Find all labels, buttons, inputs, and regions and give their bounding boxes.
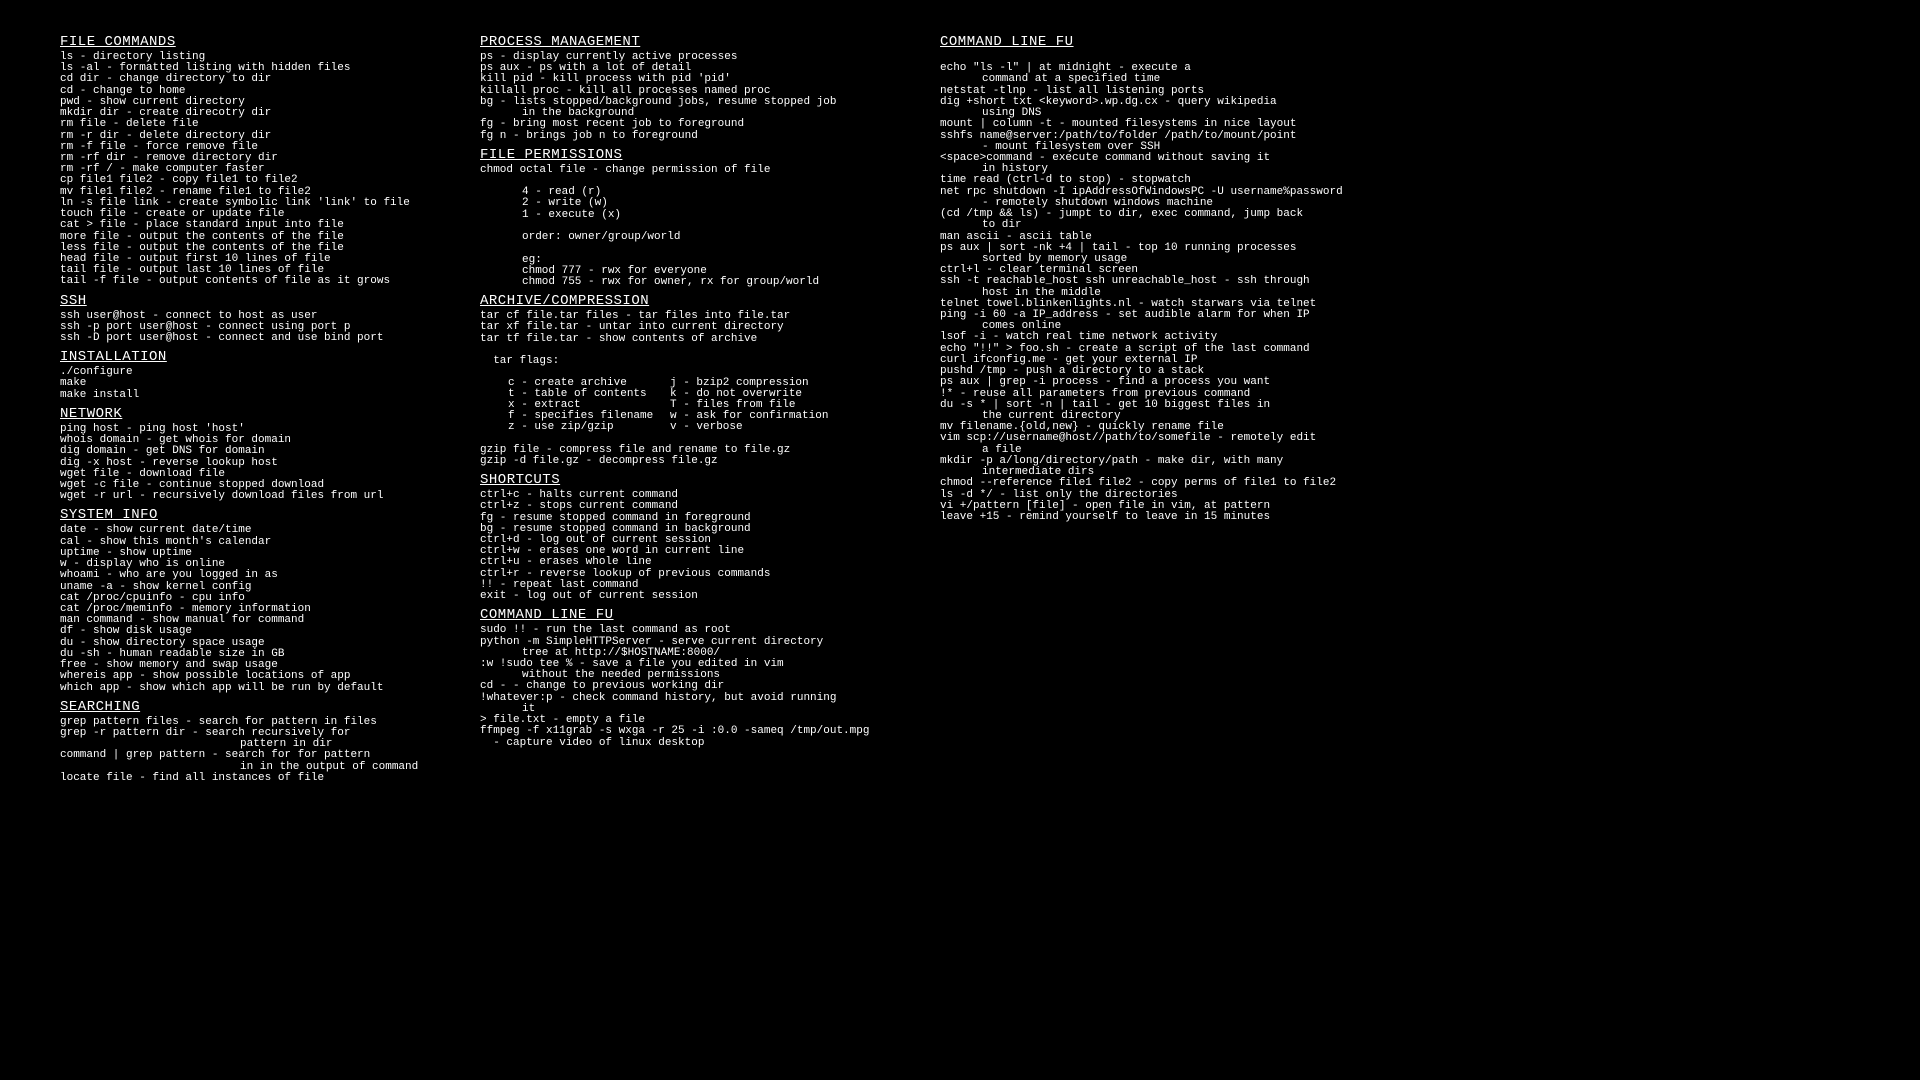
cheat-line: 2 - write (w): [480, 198, 900, 209]
heading-system-info: SYSTEM INFO: [60, 508, 440, 522]
cheat-line: ./configure: [60, 367, 440, 378]
cheat-line: gzip -d file.gz - decompress file.gz: [480, 456, 900, 467]
heading-clfu-left: COMMAND LINE FU: [480, 608, 900, 622]
cheat-line: make install: [60, 390, 440, 401]
cheat-line: dig domain - get DNS for domain: [60, 446, 440, 457]
cheat-line: ffmpeg -f x11grab -s wxga -r 25 -i :0.0 …: [480, 726, 900, 737]
cheat-line: chmod --reference file1 file2 - copy per…: [940, 478, 1380, 489]
cheat-line: chmod 755 - rwx for owner, rx for group/…: [480, 277, 900, 288]
section-archive-top: tar cf file.tar files - tar files into f…: [480, 311, 900, 378]
cheat-line: tail -f file - output contents of file a…: [60, 276, 440, 287]
cheat-line: cd - - change to previous working dir: [480, 681, 900, 692]
cheat-line: whereis app - show possible locations of…: [60, 671, 440, 682]
section-network: ping host - ping host 'host'whois domain…: [60, 424, 440, 503]
heading-file-permissions: FILE PERMISSIONS: [480, 148, 900, 162]
section-ssh: ssh user@host - connect to host as users…: [60, 311, 440, 345]
section-installation: ./configuremakemake install: [60, 367, 440, 401]
heading-process-management: PROCESS MANAGEMENT: [480, 35, 900, 49]
heading-shortcuts: SHORTCUTS: [480, 473, 900, 487]
cheat-line: time read (ctrl-d to stop) - stopwatch: [940, 175, 1380, 186]
cheat-line: wget -r url - recursively download files…: [60, 491, 440, 502]
section-shortcuts: ctrl+c - halts current commandctrl+z - s…: [480, 490, 900, 602]
cheat-line: which app - show which app will be run b…: [60, 683, 440, 694]
cheat-line: cp file1 file2 - copy file1 to file2: [60, 175, 440, 186]
section-archive-flags: c - create archivej - bzip2 compressiont…: [480, 378, 900, 433]
cheat-line: cd dir - change directory to dir: [60, 74, 440, 85]
column-1: FILE COMMANDS ls - directory listingls -…: [60, 35, 440, 784]
cheat-line: vim scp://username@host//path/to/somefil…: [940, 433, 1380, 444]
cheatsheet-columns: FILE COMMANDS ls - directory listingls -…: [60, 35, 1860, 784]
cheat-line: kill pid - kill process with pid 'pid': [480, 74, 900, 85]
heading-searching: SEARCHING: [60, 700, 440, 714]
cheat-line: tar xf file.tar - untar into current dir…: [480, 322, 900, 333]
heading-network: NETWORK: [60, 407, 440, 421]
section-clfu-left: sudo !! - run the last command as rootpy…: [480, 625, 900, 748]
cheat-line: [480, 243, 900, 254]
cheat-line: [480, 433, 900, 444]
cheat-line: df - show disk usage: [60, 626, 440, 637]
cheat-line: chmod octal file - change permission of …: [480, 165, 900, 176]
cheat-line: ctrl+u - erases whole line: [480, 557, 900, 568]
cheat-line: ctrl+z - stops current command: [480, 501, 900, 512]
cheat-line: cat > file - place standard input into f…: [60, 220, 440, 231]
cheat-line: !whatever:p - check command history, but…: [480, 693, 900, 704]
cheat-line: tar tf file.tar - show contents of archi…: [480, 334, 900, 345]
tar-flag-row: z - use zip/gzipv - verbose: [480, 422, 900, 433]
cheat-line: locate file - find all instances of file: [60, 773, 440, 784]
heading-ssh: SSH: [60, 294, 440, 308]
heading-file-commands: FILE COMMANDS: [60, 35, 440, 49]
cheat-line: rm file - delete file: [60, 119, 440, 130]
section-clfu-right: echo "ls -l" | at midnight - execute aco…: [940, 52, 1380, 523]
cheat-line: command at a specified time: [940, 74, 1380, 85]
cheat-line: tar flags:: [480, 356, 900, 367]
cheat-line: - capture video of linux desktop: [480, 738, 900, 749]
column-3: COMMAND LINE FU echo "ls -l" | at midnig…: [940, 35, 1380, 784]
cheat-line: fg n - brings job n to foreground: [480, 131, 900, 142]
cheat-line: ssh -D port user@host - connect and use …: [60, 333, 440, 344]
cheat-line: ps aux | grep -i process - find a proces…: [940, 377, 1380, 388]
cheat-line: 1 - execute (x): [480, 210, 900, 221]
heading-archive: ARCHIVE/COMPRESSION: [480, 294, 900, 308]
column-2: PROCESS MANAGEMENT ps - display currentl…: [480, 35, 900, 784]
cheat-line: sudo !! - run the last command as root: [480, 625, 900, 636]
cheat-line: fg - bring most recent job to foreground: [480, 119, 900, 130]
section-system-info: date - show current date/timecal - show …: [60, 525, 440, 693]
section-process-management: ps - display currently active processesp…: [480, 52, 900, 142]
heading-installation: INSTALLATION: [60, 350, 440, 364]
heading-clfu-right: COMMAND LINE FU: [940, 35, 1380, 49]
section-archive-bottom: gzip file - compress file and rename to …: [480, 433, 900, 467]
cheat-line: mount | column -t - mounted filesystems …: [940, 119, 1380, 130]
cheat-line: order: owner/group/world: [480, 232, 900, 243]
cheat-line: make: [60, 378, 440, 389]
cheat-line: ssh -t reachable_host ssh unreachable_ho…: [940, 276, 1380, 287]
cheat-line: whoami - who are you logged in as: [60, 570, 440, 581]
section-searching: grep pattern files - search for pattern …: [60, 717, 440, 784]
cheat-line: leave +15 - remind yourself to leave in …: [940, 512, 1380, 523]
cheat-line: command | grep pattern - search for for …: [60, 750, 440, 761]
section-file-commands: ls - directory listingls -al - formatted…: [60, 52, 440, 288]
cheat-line: exit - log out of current session: [480, 591, 900, 602]
cheat-line: date - show current date/time: [60, 525, 440, 536]
tar-flag-right: v - verbose: [670, 422, 743, 433]
tar-flag-left: z - use zip/gzip: [480, 422, 670, 433]
cheat-line: lsof -i - watch real time network activi…: [940, 332, 1380, 343]
section-file-permissions: chmod octal file - change permission of …: [480, 165, 900, 288]
cheat-line: to dir: [940, 220, 1380, 231]
